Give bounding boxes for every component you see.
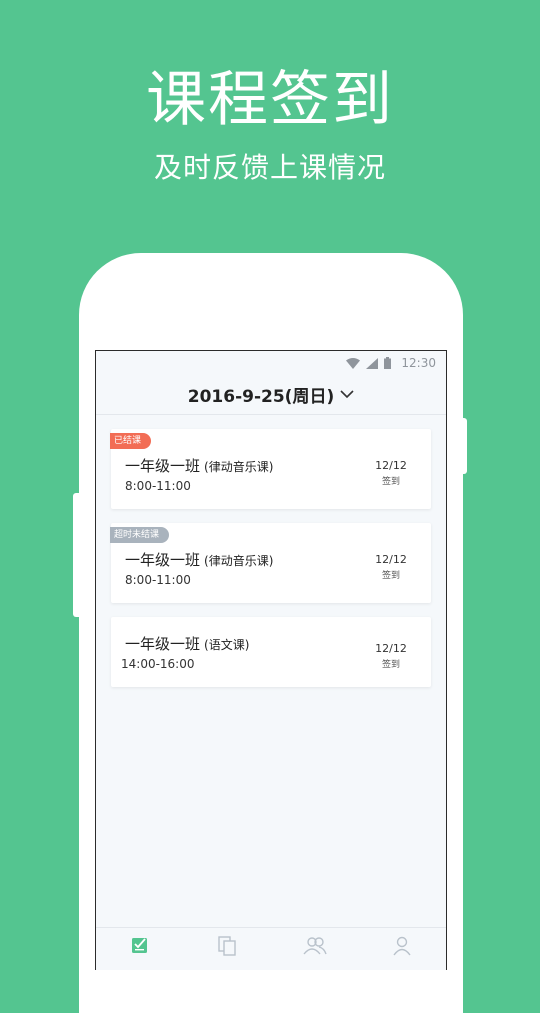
course-name: 一年级一班 bbox=[125, 635, 201, 653]
tab-profile[interactable] bbox=[382, 936, 422, 956]
phone-screen: 12:30 2016-9-25(周日) 已结课 一年级一班 (律动音乐课) 8:0… bbox=[95, 350, 447, 970]
course-card[interactable]: 一年级一班 (语文课) 14:00-16:00 12/12 签到 bbox=[111, 617, 431, 687]
date-selector[interactable]: 2016-9-25(周日) bbox=[96, 375, 446, 415]
course-time: 8:00-11:00 bbox=[125, 479, 191, 493]
course-time: 14:00-16:00 bbox=[121, 657, 195, 671]
hero-subtitle: 及时反馈上课情况 bbox=[153, 151, 386, 184]
course-title: 一年级一班 (律动音乐课) bbox=[125, 455, 273, 476]
tab-bar bbox=[96, 927, 446, 970]
status-bar: 12:30 bbox=[96, 351, 446, 375]
chevron-down-icon bbox=[340, 390, 354, 399]
course-name: 一年级一班 bbox=[125, 457, 201, 475]
course-time: 8:00-11:00 bbox=[125, 573, 191, 587]
date-label: 2016-9-25(周日) bbox=[187, 387, 335, 407]
course-title: 一年级一班 (律动音乐课) bbox=[125, 549, 273, 570]
sign-in-icon bbox=[131, 938, 147, 953]
tab-documents[interactable] bbox=[207, 936, 247, 956]
course-card[interactable]: 超时未结课 一年级一班 (律动音乐课) 8:00-11:00 12/12 签到 bbox=[110, 523, 431, 603]
signal-icon bbox=[366, 357, 379, 369]
group-icon bbox=[303, 937, 327, 955]
attendance-label: 签到 bbox=[381, 660, 400, 670]
status-badge-overtime: 超时未结课 bbox=[110, 527, 170, 543]
wifi-icon bbox=[346, 357, 361, 369]
course-type: (律动音乐课) bbox=[204, 554, 274, 568]
course-type: (语文课) bbox=[204, 638, 250, 652]
course-card[interactable]: 已结课 一年级一班 (律动音乐课) 8:00-11:00 12/12 签到 bbox=[110, 429, 431, 509]
attendance-count: 12/12 bbox=[375, 553, 407, 566]
battery-icon bbox=[384, 357, 392, 369]
attendance-count: 12/12 bbox=[375, 459, 407, 472]
status-time: 12:30 bbox=[401, 356, 436, 370]
attendance-label: 签到 bbox=[381, 571, 400, 581]
course-type: (律动音乐课) bbox=[204, 460, 274, 474]
attendance-count: 12/12 bbox=[375, 642, 407, 655]
profile-icon bbox=[393, 936, 411, 956]
attendance-label: 签到 bbox=[381, 477, 400, 487]
documents-icon bbox=[218, 936, 236, 956]
tab-group[interactable] bbox=[295, 936, 335, 956]
tab-sign-in[interactable] bbox=[120, 936, 160, 954]
status-badge-finished: 已结课 bbox=[110, 433, 152, 449]
course-name: 一年级一班 bbox=[125, 551, 201, 569]
course-title: 一年级一班 (语文课) bbox=[125, 633, 249, 654]
hero-title: 课程签到 bbox=[146, 65, 394, 135]
